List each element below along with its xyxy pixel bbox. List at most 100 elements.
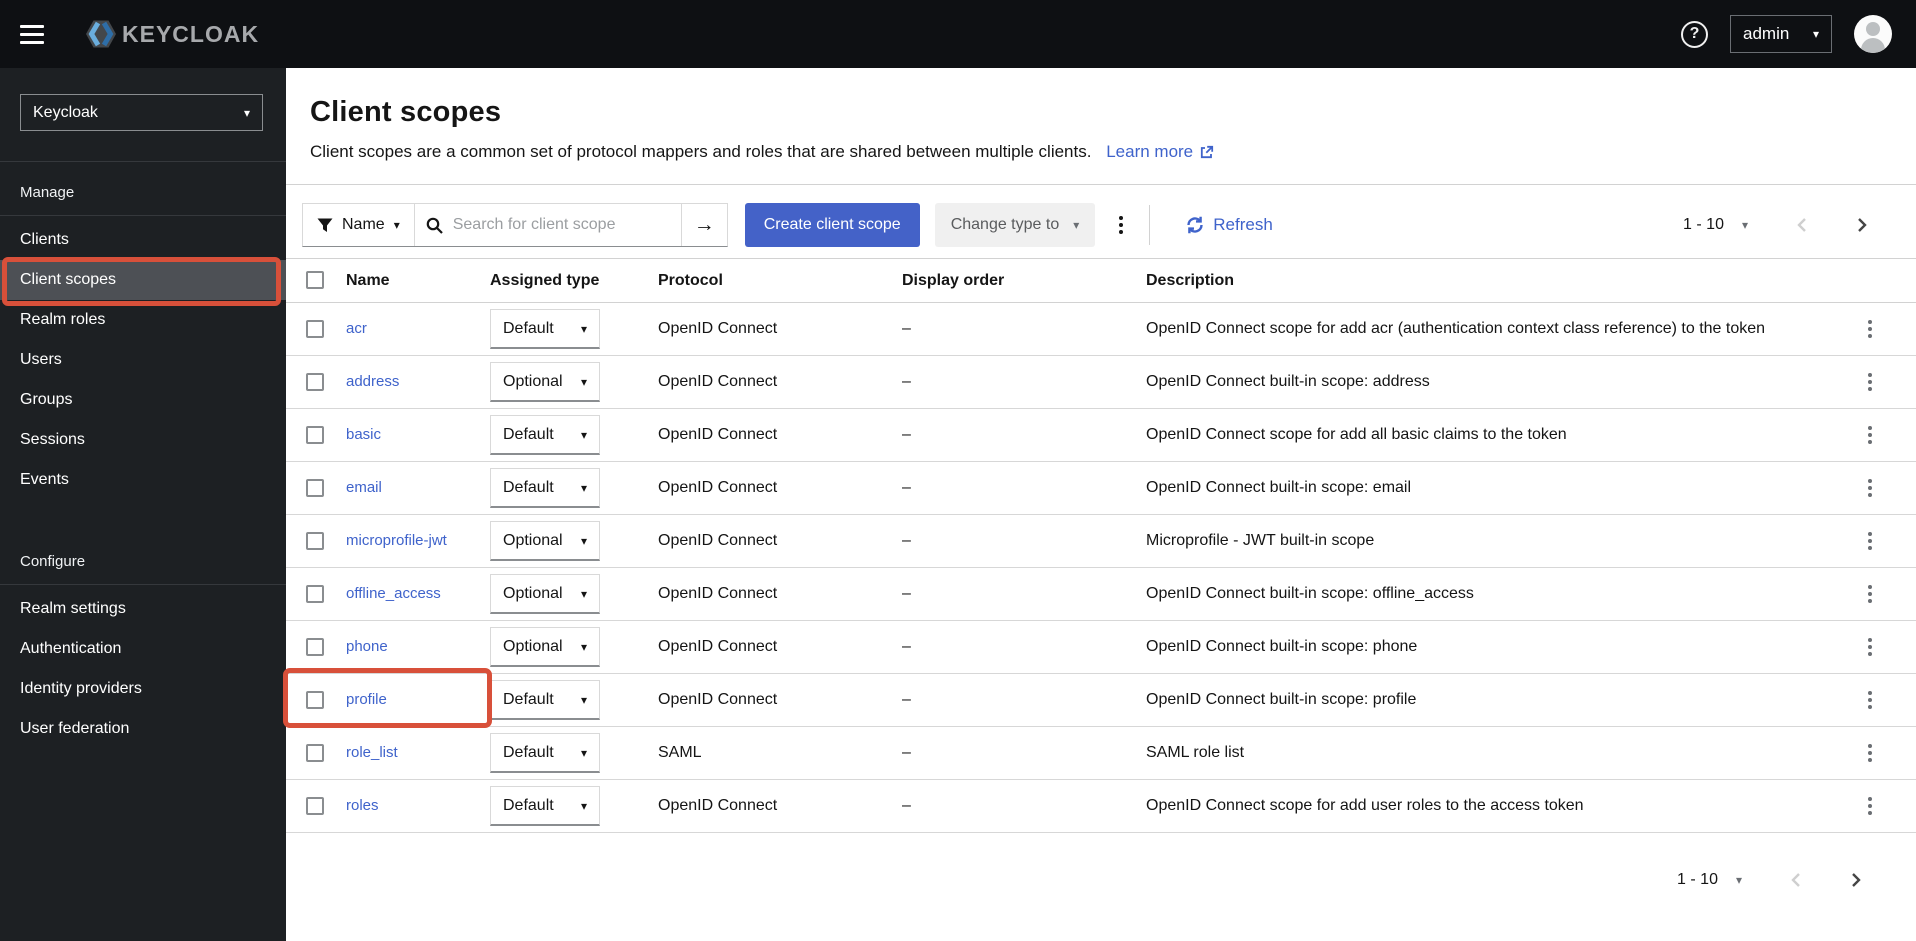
sidebar-item-client-scopes[interactable]: Client scopes (0, 257, 286, 306)
sidebar-item-realm-roles[interactable]: Realm roles (0, 300, 286, 340)
row-checkbox[interactable] (306, 531, 324, 550)
refresh-icon (1187, 216, 1203, 234)
bottom-pagination: 1 - 10 ▾ (1677, 865, 1870, 895)
sidebar-item-events[interactable]: Events (0, 460, 286, 500)
refresh-button[interactable]: Refresh (1180, 214, 1279, 236)
create-client-scope-button[interactable]: Create client scope (744, 203, 920, 247)
row-checkbox[interactable] (306, 743, 324, 762)
row-kebab-menu[interactable] (1858, 524, 1882, 558)
filter-dropdown[interactable]: Name ▾ (303, 204, 415, 246)
description-value: OpenID Connect built-in scope: profile (1146, 673, 1858, 727)
display-order-value: – (902, 567, 1146, 621)
row-kebab-menu[interactable] (1858, 471, 1882, 505)
assigned-type-select[interactable]: Default ▾ (490, 680, 600, 720)
column-header-display-order: Display order (902, 258, 1146, 303)
assigned-type-select[interactable]: Optional ▾ (490, 627, 600, 667)
scope-name-link[interactable]: acr (346, 320, 367, 337)
assigned-type-select[interactable]: Default ▾ (490, 468, 600, 508)
hamburger-icon[interactable] (10, 12, 54, 56)
row-kebab-menu[interactable] (1858, 365, 1882, 399)
row-kebab-menu[interactable] (1858, 577, 1882, 611)
row-kebab-menu[interactable] (1858, 683, 1882, 717)
sidebar-item-sessions[interactable]: Sessions (0, 420, 286, 460)
search-submit-button[interactable]: → (680, 204, 727, 246)
pagination-next-button[interactable] (1848, 210, 1876, 240)
realm-selector[interactable]: Keycloak ▾ (20, 94, 263, 131)
avatar[interactable] (1854, 15, 1892, 53)
assigned-type-select[interactable]: Default ▾ (490, 415, 600, 455)
change-type-dropdown[interactable]: Change type to ▾ (934, 203, 1096, 247)
row-kebab-menu[interactable] (1858, 630, 1882, 664)
scope-name-link[interactable]: roles (346, 797, 379, 814)
row-kebab-menu[interactable] (1858, 312, 1882, 346)
row-kebab-menu[interactable] (1858, 789, 1882, 823)
assigned-type-value: Optional (503, 372, 563, 390)
assigned-type-select[interactable]: Optional ▾ (490, 521, 600, 561)
row-checkbox[interactable] (306, 478, 324, 497)
scope-name-link[interactable]: basic (346, 426, 381, 443)
assigned-type-value: Optional (503, 584, 563, 602)
masthead: KEYCLOAK ? admin ▾ (0, 0, 1916, 68)
pagination-next-button[interactable] (1842, 865, 1870, 895)
description-value: OpenID Connect scope for add all basic c… (1146, 408, 1858, 462)
sidebar-item-realm-settings[interactable]: Realm settings (0, 589, 286, 629)
row-checkbox[interactable] (306, 637, 324, 656)
row-checkbox[interactable] (306, 372, 324, 391)
select-all-checkbox[interactable] (306, 271, 324, 290)
pagination-options-toggle[interactable]: ▾ (1730, 868, 1748, 892)
assigned-type-value: Optional (503, 637, 563, 655)
keycloak-logo-icon: KEYCLOAK (86, 20, 258, 48)
row-checkbox[interactable] (306, 319, 324, 338)
display-order-value: – (902, 779, 1146, 833)
scope-name-link[interactable]: phone (346, 638, 388, 655)
pagination-prev-button[interactable] (1782, 865, 1810, 895)
scope-name-link[interactable]: microprofile-jwt (346, 532, 447, 549)
row-checkbox[interactable] (306, 584, 324, 603)
sidebar-item-user-federation[interactable]: User federation (0, 709, 286, 749)
row-checkbox[interactable] (306, 796, 324, 815)
scope-name-link[interactable]: address (346, 373, 399, 390)
sidebar-item-authentication[interactable]: Authentication (0, 629, 286, 669)
assigned-type-select[interactable]: Default ▾ (490, 733, 600, 773)
sidebar-item-clients[interactable]: Clients (0, 220, 286, 260)
assigned-type-select[interactable]: Optional ▾ (490, 574, 600, 614)
sidebar-item-users[interactable]: Users (0, 340, 286, 380)
table-row: profile Default ▾ OpenID Connect – OpenI… (286, 673, 1916, 727)
row-kebab-menu[interactable] (1858, 736, 1882, 770)
search-input[interactable] (414, 204, 681, 246)
chevron-down-icon: ▾ (1073, 218, 1080, 232)
change-type-label: Change type to (950, 216, 1060, 233)
toolbar: Name ▾ → Create client scope Change type… (286, 185, 1916, 247)
table-row: email Default ▾ OpenID Connect – OpenID … (286, 461, 1916, 515)
display-order-value: – (902, 461, 1146, 515)
chevron-down-icon: ▾ (580, 480, 587, 495)
row-checkbox[interactable] (306, 425, 324, 444)
learn-more-link[interactable]: Learn more (1106, 142, 1214, 162)
scope-name-link[interactable]: profile (346, 691, 387, 708)
pagination-prev-button[interactable] (1788, 210, 1816, 240)
chevron-down-icon: ▾ (580, 692, 587, 707)
scope-name-link[interactable]: offline_access (346, 585, 441, 602)
description-value: OpenID Connect built-in scope: offline_a… (1146, 567, 1858, 621)
assigned-type-value: Optional (503, 531, 563, 549)
sidebar-item-groups[interactable]: Groups (0, 380, 286, 420)
user-menu-dropdown[interactable]: admin ▾ (1730, 15, 1832, 53)
scope-name-link[interactable]: email (346, 479, 382, 496)
chevron-down-icon: ▾ (580, 798, 587, 813)
assigned-type-select[interactable]: Optional ▾ (490, 362, 600, 402)
row-kebab-menu[interactable] (1858, 418, 1882, 452)
toolbar-kebab-menu[interactable] (1109, 208, 1133, 242)
learn-more-label: Learn more (1106, 142, 1194, 161)
user-menu-label: admin (1743, 24, 1790, 43)
pagination-options-toggle[interactable]: ▾ (1736, 213, 1754, 237)
column-header-protocol: Protocol (658, 258, 902, 303)
question-circle-icon[interactable]: ? (1681, 20, 1708, 48)
row-checkbox[interactable] (306, 690, 324, 709)
sidebar-item-identity-providers[interactable]: Identity providers (0, 669, 286, 709)
assigned-type-select[interactable]: Default ▾ (490, 786, 600, 826)
assigned-type-select[interactable]: Default ▾ (490, 309, 600, 349)
scope-name-link[interactable]: role_list (346, 744, 398, 761)
table-body: acr Default ▾ OpenID Connect – OpenID Co… (286, 302, 1916, 833)
description-value: OpenID Connect built-in scope: email (1146, 461, 1858, 515)
chevron-down-icon: ▾ (580, 321, 587, 336)
